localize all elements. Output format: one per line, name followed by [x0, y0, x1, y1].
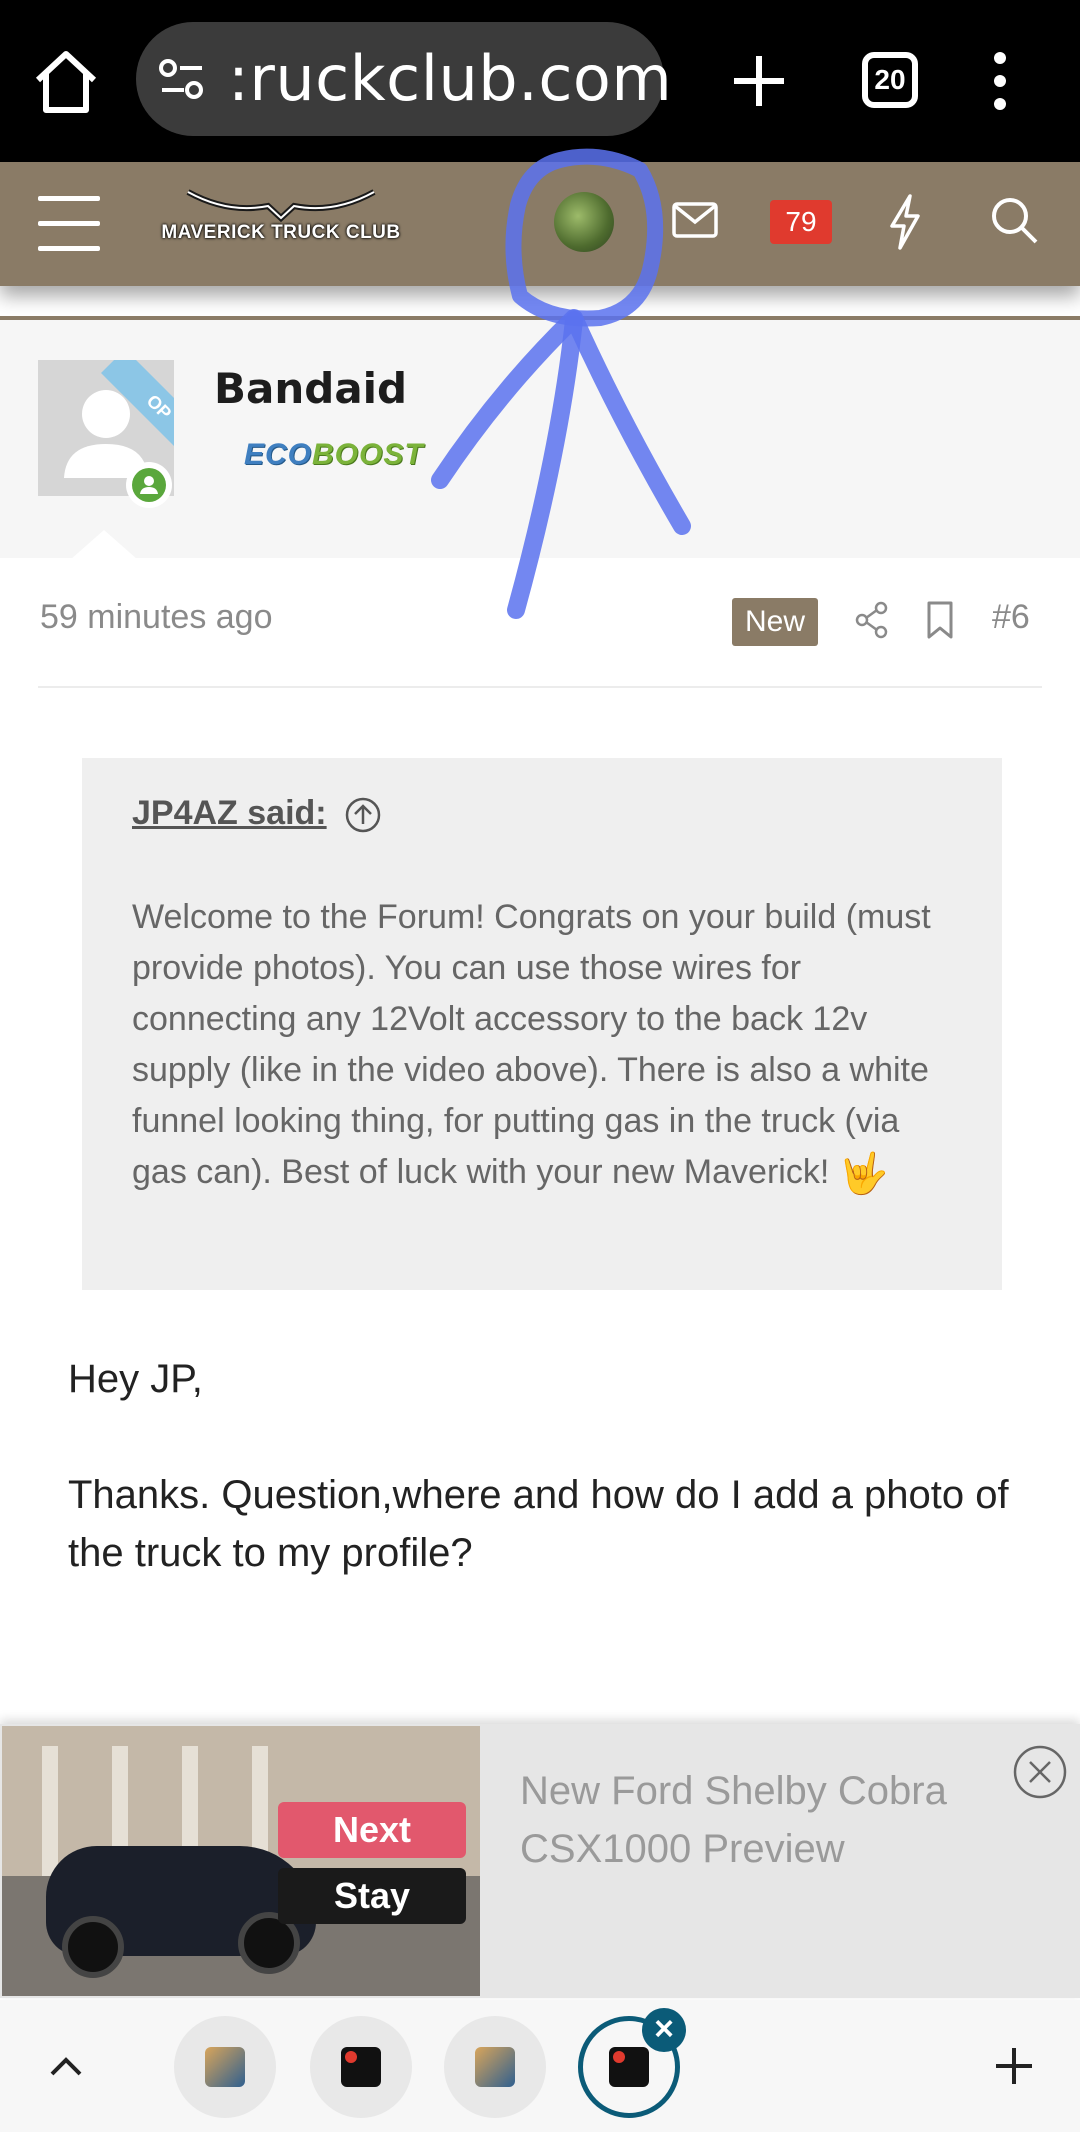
close-tab-icon[interactable]: × [642, 2008, 686, 2052]
badge-eco-text: ECO [244, 438, 313, 471]
site-settings-icon[interactable] [158, 58, 206, 102]
lightning-bolt-icon[interactable] [888, 194, 922, 250]
ad-video-thumbnail[interactable]: Next Stay [2, 1726, 480, 1996]
post-user-block: OP Bandaid ECOBOOST [0, 320, 1080, 558]
rock-on-hand-icon: 🤟 [838, 1151, 889, 1196]
mtc-favicon-icon [609, 2047, 649, 2087]
search-icon[interactable] [990, 196, 1040, 246]
bookmark-icon[interactable] [924, 600, 956, 640]
new-badge: New [732, 598, 818, 646]
home-icon[interactable] [30, 46, 102, 118]
browser-toolbar: :ruckclub.com 20 [0, 0, 1080, 162]
tab-thumbnail[interactable] [174, 2016, 276, 2118]
mtc-favicon-icon [341, 2047, 381, 2087]
quote-block: JP4AZ said: Welcome to the Forum! Congra… [82, 758, 1002, 1290]
chevron-up-icon[interactable] [44, 2044, 88, 2088]
tab-thumbnail[interactable] [310, 2016, 412, 2118]
screen: :ruckclub.com 20 MAVERICK TRUCK CLUB 79 … [0, 0, 1080, 2132]
online-status-indicator [126, 462, 172, 508]
quote-author-link[interactable]: JP4AZ said: [132, 794, 327, 833]
tab-thumbnail[interactable] [444, 2016, 546, 2118]
site-logo[interactable]: MAVERICK TRUCK CLUB [158, 184, 404, 264]
meta-divider [38, 686, 1042, 688]
mail-icon[interactable] [672, 202, 718, 238]
site-header: MAVERICK TRUCK CLUB 79 [0, 162, 1080, 286]
bull-horns-icon [186, 189, 376, 223]
tab-switcher-button[interactable]: 20 [862, 52, 918, 108]
username[interactable]: Bandaid [214, 364, 407, 413]
share-icon[interactable] [854, 600, 890, 640]
ad-title[interactable]: New Ford Shelby Cobra CSX1000 Preview [520, 1762, 990, 1878]
post-number-link[interactable]: #6 [992, 598, 1030, 637]
user-online-icon [140, 476, 158, 494]
truck-favicon-icon [475, 2047, 515, 2087]
truck-favicon-icon [205, 2047, 245, 2087]
new-tab-icon[interactable] [724, 46, 794, 116]
arrow-up-circle-icon[interactable] [344, 796, 382, 834]
quote-text: Welcome to the Forum! Congrats on your b… [132, 892, 962, 1200]
close-icon[interactable] [1012, 1744, 1068, 1800]
ecoboost-badge: ECOBOOST [244, 438, 424, 472]
ad-stay-button[interactable]: Stay [278, 1868, 466, 1924]
post-body: Hey JP, Thanks. Question,where and how d… [68, 1350, 1028, 1582]
hamburger-menu-icon[interactable] [38, 196, 100, 252]
reply-greeting: Hey JP, [68, 1357, 203, 1401]
ad-next-button[interactable]: Next [278, 1802, 466, 1858]
overflow-menu-icon[interactable] [980, 46, 1020, 116]
address-bar[interactable]: :ruckclub.com [136, 22, 672, 136]
alerts-count-badge[interactable]: 79 [770, 200, 832, 244]
logo-text: MAVERICK TRUCK CLUB [161, 222, 401, 243]
reply-body: Thanks. Question,where and how do I add … [68, 1473, 1009, 1575]
account-avatar[interactable] [554, 192, 614, 252]
quote-body: Welcome to the Forum! Congrats on your b… [132, 898, 931, 1191]
url-text: :ruckclub.com [228, 42, 673, 115]
tab-group-strip: × [0, 2000, 1080, 2132]
car-wheel [62, 1916, 124, 1978]
add-tab-icon[interactable] [992, 2044, 1036, 2088]
badge-boost-text: BOOST [312, 438, 424, 471]
post-timestamp[interactable]: 59 minutes ago [40, 598, 273, 637]
speech-tail [70, 530, 138, 560]
video-ad[interactable]: Next Stay New Ford Shelby Cobra CSX1000 … [0, 1724, 1080, 1998]
